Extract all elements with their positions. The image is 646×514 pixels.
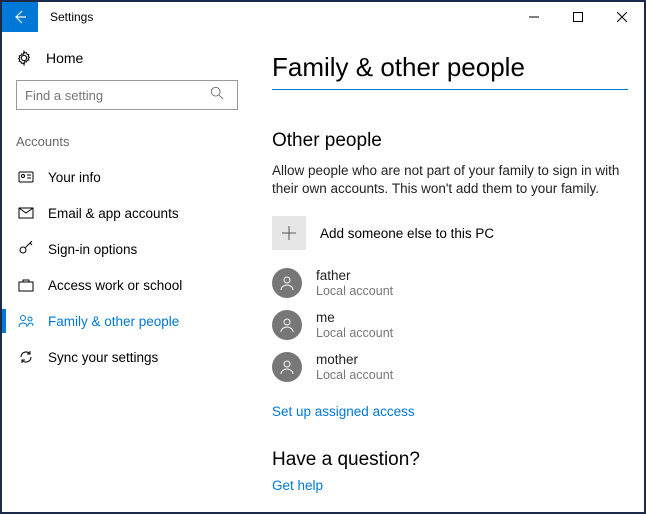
briefcase-icon [18, 277, 34, 293]
sidebar-item-label: Your info [48, 170, 101, 185]
user-name: me [316, 310, 393, 326]
home-label: Home [46, 50, 83, 66]
avatar-icon [272, 352, 302, 382]
maximize-icon [573, 12, 583, 22]
other-people-heading: Other people [272, 130, 624, 152]
add-user-label: Add someone else to this PC [320, 226, 494, 241]
user-type: Local account [316, 284, 393, 298]
get-help-link[interactable]: Get help [272, 478, 323, 493]
sync-icon [18, 349, 34, 365]
sidebar-item-sync[interactable]: Sync your settings [16, 339, 248, 375]
maximize-button[interactable] [556, 2, 600, 32]
search-wrap [16, 80, 248, 110]
titlebar: Settings [2, 2, 644, 32]
minimize-button[interactable] [512, 2, 556, 32]
sidebar-item-label: Sync your settings [48, 350, 158, 365]
user-row[interactable]: mother Local account [272, 352, 624, 382]
sidebar-item-label: Email & app accounts [48, 206, 179, 221]
gear-icon [16, 50, 32, 66]
sidebar-item-signin[interactable]: Sign-in options [16, 231, 248, 267]
id-card-icon [18, 169, 34, 185]
add-user-button[interactable]: Add someone else to this PC [272, 216, 624, 250]
other-people-desc: Allow people who are not part of your fa… [272, 162, 624, 198]
close-icon [617, 12, 627, 22]
user-type: Local account [316, 326, 393, 340]
sidebar-item-family[interactable]: Family & other people [16, 303, 248, 339]
avatar-icon [272, 310, 302, 340]
avatar-icon [272, 268, 302, 298]
home-button[interactable]: Home [16, 50, 248, 66]
search-icon [210, 86, 224, 100]
mail-icon [18, 205, 34, 221]
app-title: Settings [38, 2, 512, 32]
sidebar: Home Accounts Your info Email & app acco… [2, 32, 262, 512]
sidebar-item-label: Sign-in options [48, 242, 137, 257]
close-button[interactable] [600, 2, 644, 32]
main-content: Family & other people Sign in with a Mic… [262, 32, 644, 512]
user-row[interactable]: me Local account [272, 310, 624, 340]
arrow-left-icon [12, 9, 28, 25]
sidebar-item-your-info[interactable]: Your info [16, 159, 248, 195]
user-type: Local account [316, 368, 393, 382]
minimize-icon [529, 12, 539, 22]
user-name: mother [316, 352, 393, 368]
plus-icon [272, 216, 306, 250]
page-title: Family & other people [272, 52, 624, 83]
sidebar-item-work[interactable]: Access work or school [16, 267, 248, 303]
search-input[interactable] [16, 80, 238, 110]
question-heading: Have a question? [272, 449, 624, 471]
assigned-access-link[interactable]: Set up assigned access [272, 404, 415, 419]
back-button[interactable] [2, 2, 38, 32]
key-icon [18, 241, 34, 257]
truncated-link[interactable]: Sign in with a Microsoft account [272, 83, 624, 98]
sidebar-item-email[interactable]: Email & app accounts [16, 195, 248, 231]
user-name: father [316, 268, 393, 284]
sidebar-item-label: Family & other people [48, 314, 179, 329]
window-controls [512, 2, 644, 32]
people-icon [18, 313, 34, 329]
sidebar-item-label: Access work or school [48, 278, 182, 293]
user-row[interactable]: father Local account [272, 268, 624, 298]
section-label: Accounts [16, 134, 248, 149]
